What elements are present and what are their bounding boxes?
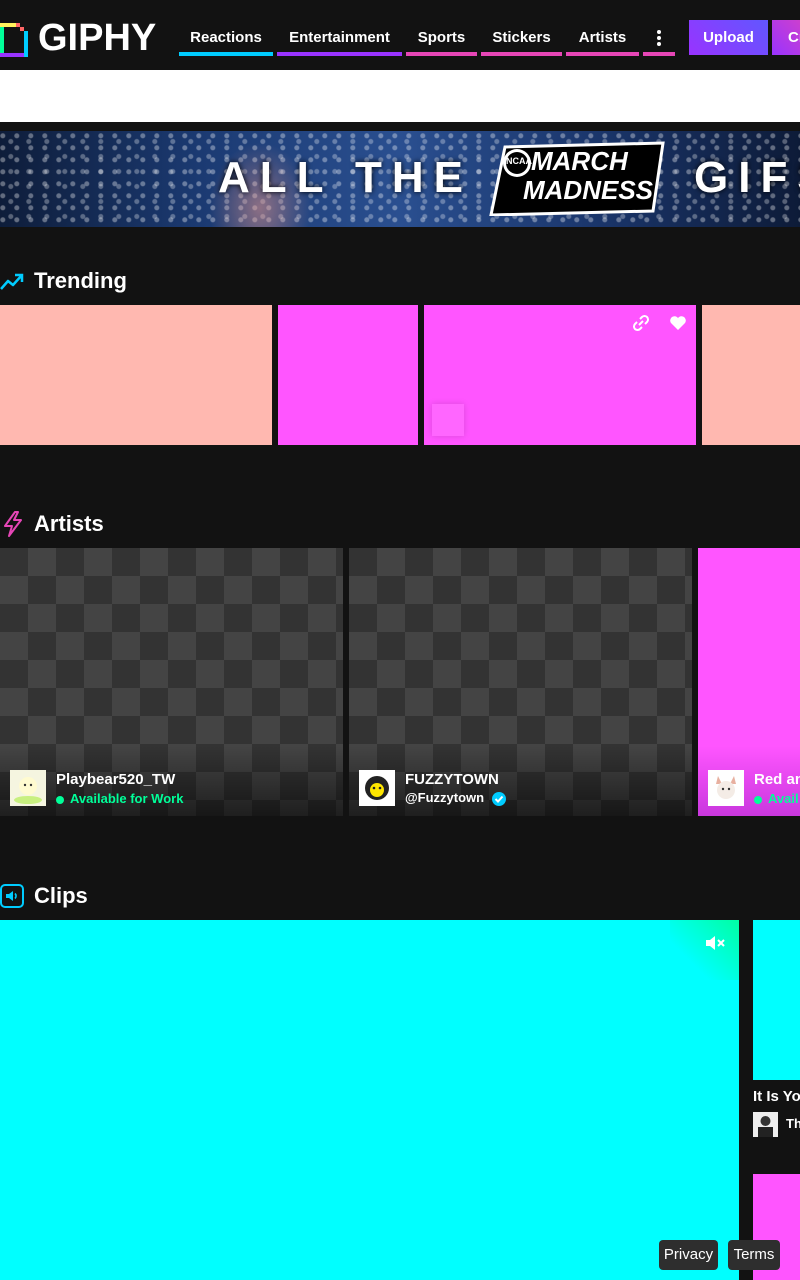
avatar	[753, 1112, 778, 1137]
verified-badge-icon	[491, 792, 506, 806]
nav-sports[interactable]: Sports	[406, 18, 477, 56]
heart-icon[interactable]	[669, 315, 687, 331]
avatar-animal-icon	[716, 776, 736, 799]
clips-title: Clips	[34, 883, 88, 908]
trending-up-icon	[0, 273, 24, 290]
avatar-bear-icon	[14, 777, 42, 804]
upload-button[interactable]: Upload	[689, 20, 768, 55]
privacy-link[interactable]: Privacy	[659, 1240, 718, 1270]
artists-title: Artists	[34, 511, 104, 536]
avatar	[359, 770, 395, 806]
giphy-logo-text: GIPHY	[38, 17, 157, 59]
giphy-logo-mark-icon	[0, 23, 28, 57]
artist-name[interactable]: Red an	[754, 771, 800, 788]
nav-artists-label: Artists	[578, 29, 627, 46]
mute-icon[interactable]	[704, 933, 728, 953]
artist-card[interactable]: Red an Avail	[698, 548, 800, 816]
speaker-icon	[0, 884, 24, 908]
march-text: MARCH	[531, 146, 628, 176]
artist-card[interactable]: Playbear520_TW Available for Work	[0, 548, 343, 816]
artist-status: Available for Work	[56, 791, 183, 806]
side-clip-user[interactable]: Th	[786, 1116, 800, 1131]
nav-reactions-label: Reactions	[190, 29, 262, 46]
nav-underline	[643, 52, 675, 56]
artist-card-fade	[349, 746, 692, 816]
lightning-icon	[4, 511, 22, 537]
artist-name[interactable]: FUZZYTOWN	[405, 771, 499, 788]
nav-underline	[566, 52, 639, 56]
trending-gif-3[interactable]	[424, 305, 696, 445]
nav-underline	[179, 52, 273, 56]
nav-reactions[interactable]: Reactions	[179, 18, 273, 56]
create-button[interactable]: Cr	[772, 20, 800, 55]
march-madness-logo: NCAA MARCH MADNESS	[487, 141, 667, 216]
status-dot	[56, 795, 64, 804]
artist-card[interactable]: FUZZYTOWN @Fuzzytown	[349, 548, 692, 816]
artist-status-text: Available for Work	[70, 791, 184, 806]
nav-sports-label: Sports	[417, 29, 466, 46]
trending-gif-4[interactable]	[702, 305, 800, 445]
artist-handle-text: @Fuzzytown	[405, 790, 485, 806]
nav-more-button[interactable]	[643, 18, 675, 56]
gif-user-avatar[interactable]	[432, 404, 464, 436]
nav-stickers[interactable]: Stickers	[481, 18, 562, 56]
avatar-person-icon	[753, 1112, 778, 1137]
terms-link[interactable]: Terms	[728, 1240, 780, 1270]
artist-handle: @Fuzzytown	[405, 790, 506, 806]
nav-underline	[481, 52, 562, 56]
side-clip-title[interactable]: It Is Yo	[753, 1088, 800, 1105]
clip-video[interactable]	[0, 920, 739, 1280]
banner-text-left: ALL THE	[218, 153, 473, 202]
trending-gif-2[interactable]	[278, 305, 418, 445]
nav-underline	[406, 52, 477, 56]
avatar-lion-icon	[365, 776, 389, 800]
nav-stickers-label: Stickers	[492, 29, 551, 46]
status-dot	[754, 795, 762, 804]
nav-entertainment-label: Entertainment	[289, 29, 390, 46]
nav-entertainment[interactable]: Entertainment	[277, 18, 402, 56]
artist-status-text: Avail	[768, 791, 799, 806]
trending-gif-1[interactable]	[0, 305, 272, 445]
avatar	[10, 770, 46, 806]
avatar	[708, 770, 744, 806]
artist-status: Avail	[754, 791, 799, 806]
trending-title: Trending	[34, 268, 127, 293]
side-clip-video[interactable]	[753, 920, 800, 1080]
artist-name[interactable]: Playbear520_TW	[56, 771, 175, 788]
nav-underline	[277, 52, 402, 56]
search-bar[interactable]	[0, 70, 800, 122]
madness-text: MADNESS	[523, 175, 654, 205]
nav-artists[interactable]: Artists	[566, 18, 639, 56]
ncaa-badge: NCAA	[506, 156, 532, 166]
giphy-logo[interactable]: GIPHY	[0, 16, 170, 60]
banner-text-right: GIFS	[694, 153, 800, 202]
more-vertical-icon	[657, 30, 661, 46]
copy-link-icon[interactable]	[632, 314, 650, 332]
